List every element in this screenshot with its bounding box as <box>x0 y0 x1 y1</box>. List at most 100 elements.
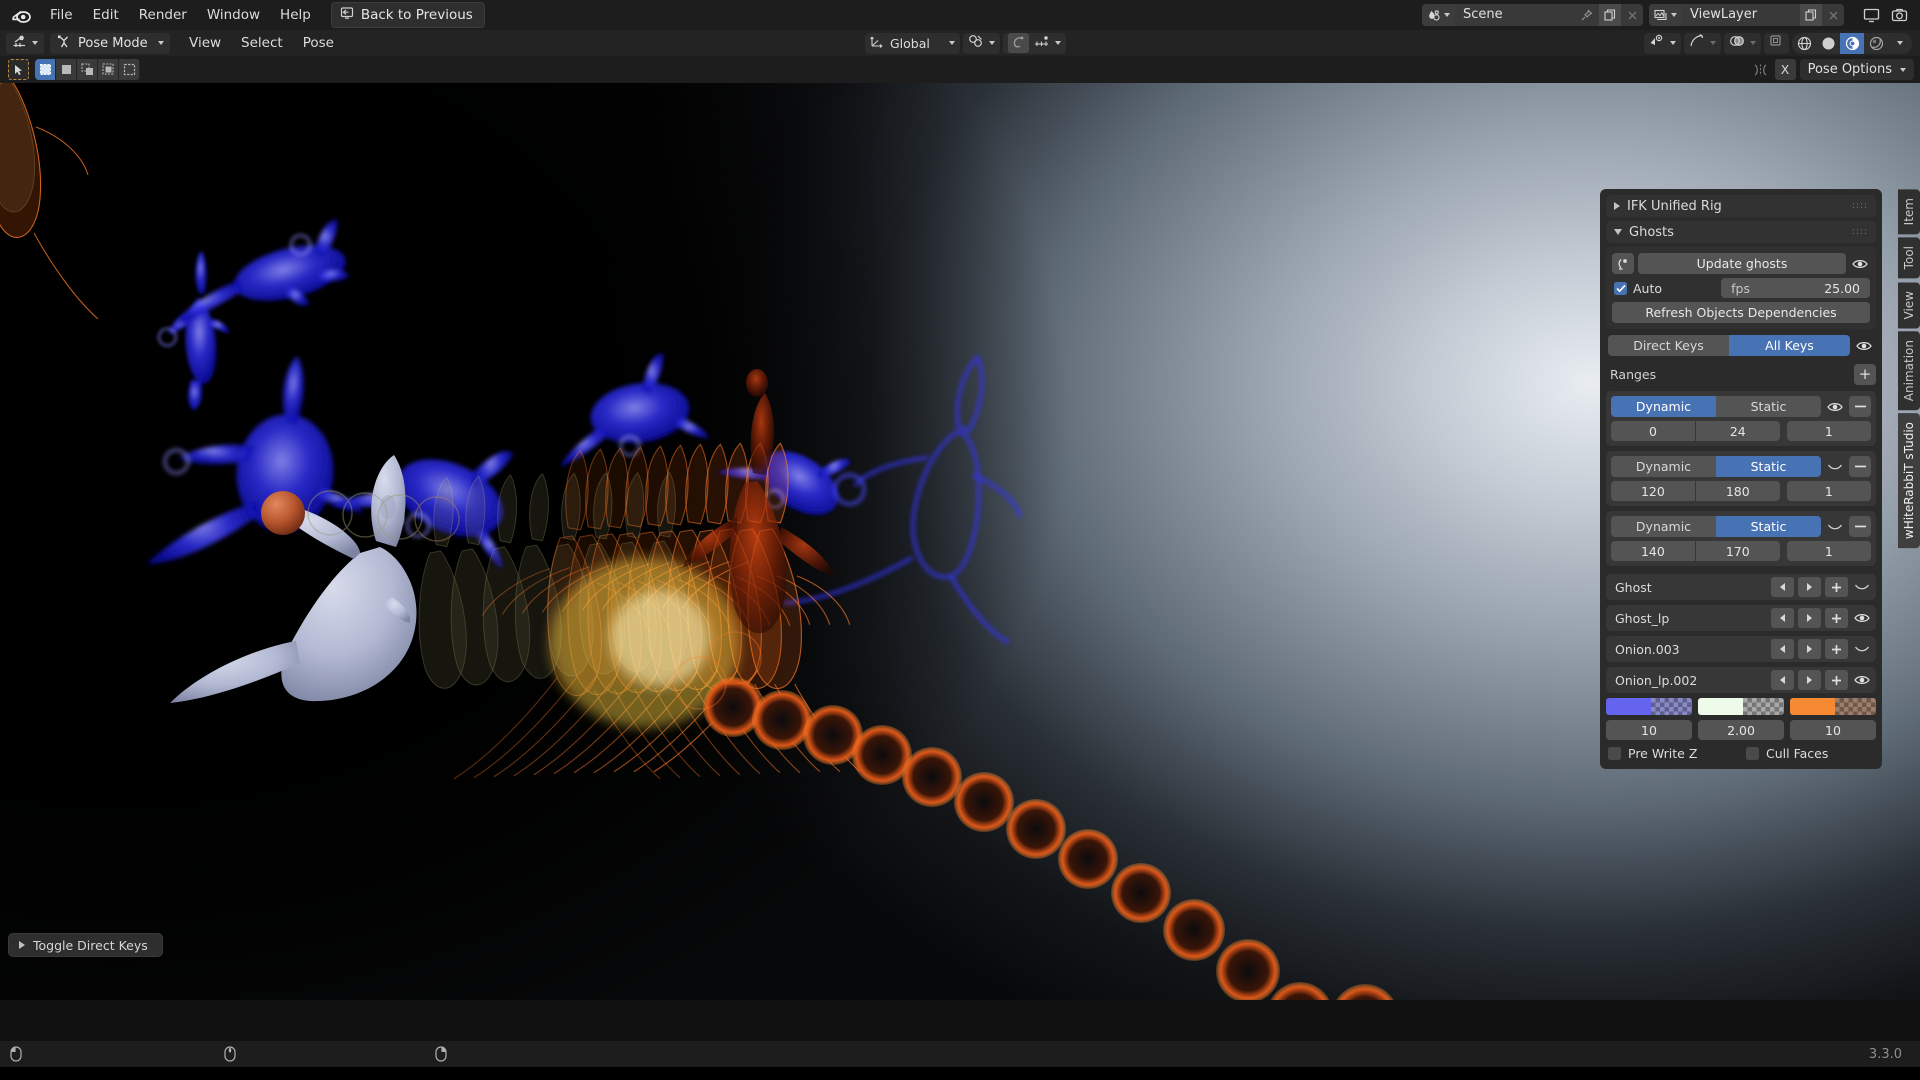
ghost-settings-icon[interactable] <box>1612 253 1634 274</box>
auto-checkbox-group[interactable]: Auto <box>1612 281 1717 296</box>
select-invert-icon[interactable] <box>119 59 140 80</box>
xray-toggle[interactable] <box>1764 33 1789 54</box>
ghost-lp-prev-button[interactable] <box>1771 608 1794 628</box>
proportional-edit-icon[interactable] <box>1008 33 1029 53</box>
onion-lp-002-prev-button[interactable] <box>1771 670 1794 690</box>
sidebar-tab-item[interactable]: Item <box>1898 189 1920 234</box>
ghost-next-button[interactable] <box>1798 577 1821 597</box>
onion-lp-002-add-button[interactable] <box>1825 670 1848 690</box>
pre-write-z-group[interactable]: Pre Write Z <box>1608 746 1738 761</box>
direct-keys-button[interactable]: Direct Keys <box>1608 335 1729 356</box>
range-2-end[interactable]: 170 <box>1696 541 1780 561</box>
onion-003-add-button[interactable] <box>1825 639 1848 659</box>
range-0-end[interactable]: 24 <box>1696 421 1780 441</box>
keys-visibility-eye-icon[interactable] <box>1854 340 1874 352</box>
ghost-lp-add-button[interactable] <box>1825 608 1848 628</box>
onion-003-eye-closed-icon[interactable] <box>1852 644 1872 654</box>
grip-dots-icon[interactable]: :::: <box>1852 201 1868 211</box>
range-1-dynamic[interactable]: Dynamic <box>1611 456 1716 477</box>
3d-viewport[interactable]: IFK Unified Rig :::: Ghosts :::: <box>0 83 1920 1000</box>
cull-faces-group[interactable]: Cull Faces <box>1746 746 1876 761</box>
mode-selector[interactable]: Pose Mode <box>50 33 170 54</box>
material-preview-icon[interactable] <box>1840 33 1864 54</box>
pre-write-z-checkbox[interactable] <box>1608 747 1621 760</box>
range-2-step[interactable]: 1 <box>1787 541 1871 561</box>
view-layer-icon[interactable] <box>1649 4 1682 26</box>
menu-window[interactable]: Window <box>197 4 270 26</box>
transform-orientation-selector[interactable]: Global <box>865 33 960 54</box>
select-new-icon[interactable] <box>56 59 77 80</box>
solid-shading-icon[interactable] <box>1816 33 1840 54</box>
scene-name[interactable]: Scene <box>1455 4 1573 26</box>
panel-header-ifk-unified-rig[interactable]: IFK Unified Rig :::: <box>1606 195 1876 217</box>
snapping-selector[interactable] <box>963 33 1000 54</box>
onion-count-field[interactable]: 10 <box>1790 720 1876 740</box>
viewlayer-selector[interactable]: ViewLayer <box>1649 4 1844 26</box>
range-2-dynamic[interactable]: Dynamic <box>1611 516 1716 537</box>
editor-type-selector[interactable] <box>6 33 44 54</box>
onion-003-prev-button[interactable] <box>1771 639 1794 659</box>
sidebar-tab-view[interactable]: View <box>1898 282 1920 328</box>
sidebar-tab-animation[interactable]: Animation <box>1898 331 1920 410</box>
select-subtract-icon[interactable] <box>98 59 119 80</box>
viewport-menu-view[interactable]: View <box>180 33 230 53</box>
update-ghosts-button[interactable]: Update ghosts <box>1638 253 1846 274</box>
onion-003-next-button[interactable] <box>1798 639 1821 659</box>
menu-edit[interactable]: Edit <box>83 4 129 26</box>
range-0-eye-icon[interactable] <box>1825 401 1845 413</box>
onion-lp-002-next-button[interactable] <box>1798 670 1821 690</box>
viewlayer-duplicate-icon[interactable] <box>1800 4 1822 26</box>
viewlayer-close-icon[interactable] <box>1822 4 1844 26</box>
sidebar-tab-tool[interactable]: Tool <box>1898 237 1920 278</box>
tweak-cursor-tool-icon[interactable] <box>8 59 29 80</box>
update-ghosts-eye-icon[interactable] <box>1850 258 1870 270</box>
proportional-edit-group[interactable] <box>1003 33 1066 54</box>
menu-help[interactable]: Help <box>270 4 321 26</box>
object-visibility-selector[interactable] <box>1644 33 1681 54</box>
menu-render[interactable]: Render <box>129 4 197 26</box>
scene-close-icon[interactable] <box>1621 4 1643 26</box>
range-2-eye-closed-icon[interactable] <box>1825 522 1845 532</box>
shading-options-chevron[interactable] <box>1888 33 1912 54</box>
pin-icon[interactable] <box>1573 4 1599 26</box>
accent-color-swatch[interactable] <box>1790 698 1876 715</box>
select-extend-icon[interactable] <box>77 59 98 80</box>
grip-dots-icon[interactable]: :::: <box>1852 227 1868 237</box>
auto-checkbox[interactable] <box>1614 282 1627 295</box>
range-1-eye-closed-icon[interactable] <box>1825 462 1845 472</box>
ghost-color-swatch[interactable] <box>1606 698 1692 715</box>
rendered-shading-icon[interactable] <box>1864 33 1888 54</box>
add-range-button[interactable]: + <box>1854 364 1876 385</box>
refresh-objects-dependencies-button[interactable]: Refresh Objects Dependencies <box>1612 302 1870 323</box>
display-icon[interactable] <box>1858 4 1884 26</box>
range-2-static[interactable]: Static <box>1716 516 1821 537</box>
range-1-remove-button[interactable] <box>1849 456 1871 477</box>
panel-header-ghosts[interactable]: Ghosts :::: <box>1606 221 1876 243</box>
range-0-static[interactable]: Static <box>1716 396 1821 417</box>
range-0-dynamic[interactable]: Dynamic <box>1611 396 1716 417</box>
ghost-lp-next-button[interactable] <box>1798 608 1821 628</box>
range-0-start[interactable]: 0 <box>1611 421 1695 441</box>
mirror-axis-x-button[interactable]: X <box>1775 59 1796 80</box>
wireframe-shading-icon[interactable] <box>1792 33 1816 54</box>
ghost-prev-button[interactable] <box>1771 577 1794 597</box>
range-2-remove-button[interactable] <box>1849 516 1871 537</box>
all-keys-button[interactable]: All Keys <box>1729 335 1850 356</box>
pose-options-button[interactable]: Pose Options <box>1800 59 1914 80</box>
gizmo-selector[interactable] <box>1684 33 1721 54</box>
viewport-menu-pose[interactable]: Pose <box>294 33 343 53</box>
range-0-step[interactable]: 1 <box>1787 421 1871 441</box>
ghost-scale-field[interactable]: 2.00 <box>1698 720 1784 740</box>
scene-selector[interactable]: Scene <box>1422 4 1643 26</box>
fps-field[interactable]: fps 25.00 <box>1721 278 1870 298</box>
blender-logo-icon[interactable] <box>8 4 34 26</box>
ghost-lp-eye-icon[interactable] <box>1852 612 1872 624</box>
falloff-curve-icon[interactable] <box>1034 35 1050 52</box>
overlays-selector[interactable] <box>1724 33 1761 54</box>
range-1-static[interactable]: Static <box>1716 456 1821 477</box>
ghost-add-button[interactable] <box>1825 577 1848 597</box>
back-to-previous-button[interactable]: Back to Previous <box>331 2 485 28</box>
sidebar-tab-whiterabbit-studio[interactable]: wHiteRabbiT sTudio <box>1898 413 1920 548</box>
scene-duplicate-icon[interactable] <box>1599 4 1621 26</box>
scene-icon[interactable] <box>1422 4 1455 26</box>
